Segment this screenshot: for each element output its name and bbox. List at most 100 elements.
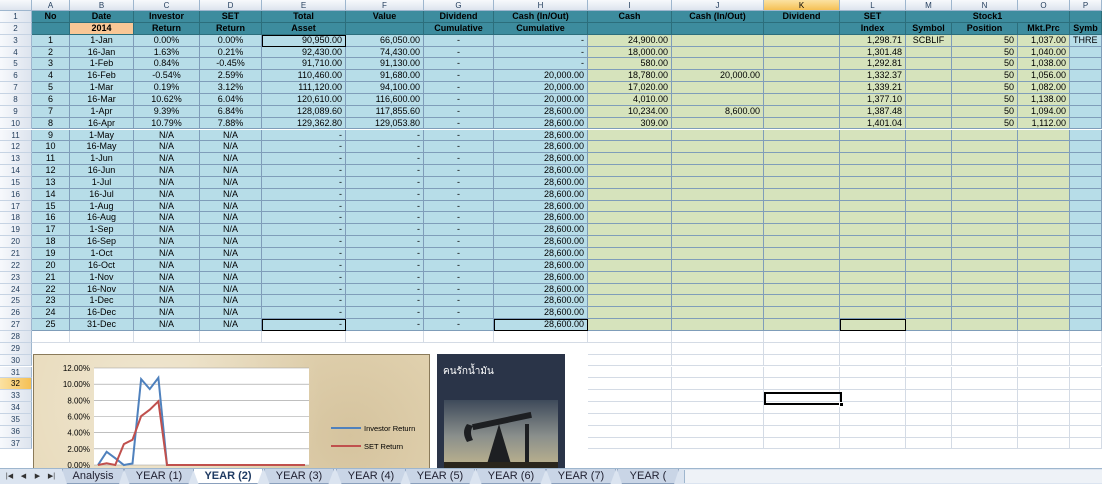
cell-cash-inout[interactable] bbox=[672, 93, 764, 106]
cell-value[interactable]: - bbox=[346, 248, 424, 260]
cell-date[interactable]: 16-Aug bbox=[70, 212, 134, 225]
cell-cash-cumulative[interactable]: 20,000.00 bbox=[494, 70, 588, 83]
cell-investor-return[interactable]: 1.63% bbox=[134, 46, 200, 59]
cell-cash-inout[interactable] bbox=[672, 224, 764, 237]
cell-symb[interactable] bbox=[1070, 70, 1102, 83]
cell-symbol[interactable] bbox=[906, 188, 952, 201]
cell-cash[interactable] bbox=[588, 188, 672, 201]
header-mkt-prc[interactable]: Mkt.Prc bbox=[1018, 22, 1070, 35]
empty-cell[interactable] bbox=[764, 330, 840, 343]
empty-cell[interactable] bbox=[952, 402, 1018, 414]
header-value[interactable]: Value bbox=[346, 11, 424, 23]
cell-investor-return[interactable]: N/A bbox=[134, 129, 200, 142]
column-header-e[interactable]: E bbox=[262, 0, 346, 11]
cell-dividend[interactable] bbox=[764, 58, 840, 71]
empty-cell[interactable] bbox=[764, 425, 840, 438]
column-header-f[interactable]: F bbox=[346, 0, 424, 11]
cell-dividend[interactable] bbox=[764, 319, 840, 331]
cell-investor-return[interactable]: N/A bbox=[134, 295, 200, 308]
cell-symb[interactable] bbox=[1070, 105, 1102, 118]
cell-date[interactable]: 1-Dec bbox=[70, 295, 134, 308]
cell-cash-inout[interactable] bbox=[672, 58, 764, 71]
cell-set-index[interactable]: 1,377.10 bbox=[840, 93, 906, 106]
cell-no[interactable]: 3 bbox=[32, 58, 70, 71]
row-header-19[interactable]: 19 bbox=[0, 224, 32, 237]
row-header-17[interactable]: 17 bbox=[0, 200, 32, 213]
header-set2[interactable]: SET bbox=[840, 11, 906, 23]
fill-handle[interactable] bbox=[839, 402, 844, 407]
cell-cash-cumulative[interactable]: 28,600.00 bbox=[494, 165, 588, 177]
row-header-5[interactable]: 5 bbox=[0, 58, 32, 71]
cell-no[interactable]: 6 bbox=[32, 93, 70, 106]
cell-cash-inout[interactable] bbox=[672, 271, 764, 284]
cell-dividend[interactable] bbox=[764, 70, 840, 83]
column-header-a[interactable]: A bbox=[32, 0, 70, 11]
empty-cell[interactable] bbox=[200, 330, 262, 343]
cell-cash-cumulative[interactable]: 28,600.00 bbox=[494, 236, 588, 248]
cell-symb[interactable] bbox=[1070, 129, 1102, 142]
cell-dividend[interactable] bbox=[764, 271, 840, 284]
cell-symbol[interactable] bbox=[906, 58, 952, 71]
column-header-c[interactable]: C bbox=[134, 0, 200, 11]
cell-value[interactable]: 117,855.60 bbox=[346, 105, 424, 118]
cell-symbol[interactable] bbox=[906, 307, 952, 320]
cell-mkt-prc[interactable] bbox=[1018, 212, 1070, 225]
cell-set-index[interactable] bbox=[840, 283, 906, 296]
cell-set-return[interactable]: 2.59% bbox=[200, 70, 262, 83]
cell-dividend-cumulative[interactable]: - bbox=[424, 46, 494, 59]
cell-symb[interactable]: THRE bbox=[1070, 34, 1102, 47]
header-dividend[interactable]: Dividend bbox=[424, 11, 494, 23]
column-header-i[interactable]: I bbox=[588, 0, 672, 11]
cell-cash-inout[interactable] bbox=[672, 188, 764, 201]
empty-cell[interactable] bbox=[672, 413, 764, 426]
row-header-16[interactable]: 16 bbox=[0, 188, 32, 201]
cell-cash-cumulative[interactable]: 28,600.00 bbox=[494, 307, 588, 320]
cell-total-asset[interactable]: - bbox=[262, 283, 346, 296]
empty-cell[interactable] bbox=[840, 437, 906, 450]
cell-symbol[interactable] bbox=[906, 200, 952, 213]
cell-cash[interactable]: 10,234.00 bbox=[588, 105, 672, 118]
cell-total-asset[interactable]: - bbox=[262, 248, 346, 260]
cell-position[interactable]: 50 bbox=[952, 70, 1018, 83]
cell-dividend[interactable] bbox=[764, 117, 840, 130]
empty-cell[interactable] bbox=[262, 330, 346, 343]
row-header-28[interactable]: 28 bbox=[0, 330, 32, 343]
empty-cell[interactable] bbox=[906, 378, 952, 391]
cell-value[interactable]: 66,050.00 bbox=[346, 34, 424, 47]
cell-dividend-cumulative[interactable]: - bbox=[424, 295, 494, 308]
empty-cell[interactable] bbox=[672, 354, 764, 367]
row-header-25[interactable]: 25 bbox=[0, 295, 32, 308]
cell-symbol[interactable] bbox=[906, 283, 952, 296]
cell-set-index[interactable] bbox=[840, 129, 906, 142]
row-header-3[interactable]: 3 bbox=[0, 34, 32, 47]
empty-cell[interactable] bbox=[494, 330, 588, 343]
row-header-13[interactable]: 13 bbox=[0, 153, 32, 166]
sheet-tab-year-1[interactable]: YEAR (1) bbox=[124, 469, 194, 484]
cell-cash[interactable]: 18,780.00 bbox=[588, 70, 672, 83]
empty-cell[interactable] bbox=[906, 390, 952, 403]
row-header-24[interactable]: 24 bbox=[0, 283, 32, 296]
cell-position[interactable] bbox=[952, 271, 1018, 284]
cell-no[interactable]: 5 bbox=[32, 82, 70, 94]
row-header-15[interactable]: 15 bbox=[0, 176, 32, 189]
cell-total-asset[interactable]: 91,710.00 bbox=[262, 58, 346, 71]
cell-dividend[interactable] bbox=[764, 46, 840, 59]
cell-symb[interactable] bbox=[1070, 200, 1102, 213]
cell-dividend[interactable] bbox=[764, 93, 840, 106]
row-header-31[interactable]: 31 bbox=[0, 366, 32, 379]
last-sheet-icon[interactable]: ▶| bbox=[46, 471, 57, 482]
cell-total-asset[interactable]: 90,950.00 bbox=[262, 34, 346, 47]
cell-symbol[interactable] bbox=[906, 46, 952, 59]
empty-cell[interactable] bbox=[1018, 437, 1070, 450]
cell-investor-return[interactable]: N/A bbox=[134, 271, 200, 284]
cell-value[interactable]: - bbox=[346, 224, 424, 237]
row-header-35[interactable]: 35 bbox=[0, 413, 32, 426]
cell-date[interactable]: 1-Jul bbox=[70, 176, 134, 189]
cell-dividend[interactable] bbox=[764, 188, 840, 201]
cell-no[interactable]: 1 bbox=[32, 34, 70, 47]
cell-date[interactable]: 1-Jan bbox=[70, 34, 134, 47]
cell-symb[interactable] bbox=[1070, 46, 1102, 59]
empty-cell[interactable] bbox=[588, 366, 672, 379]
cell-cash[interactable] bbox=[588, 200, 672, 213]
cell-investor-return[interactable]: 10.62% bbox=[134, 93, 200, 106]
